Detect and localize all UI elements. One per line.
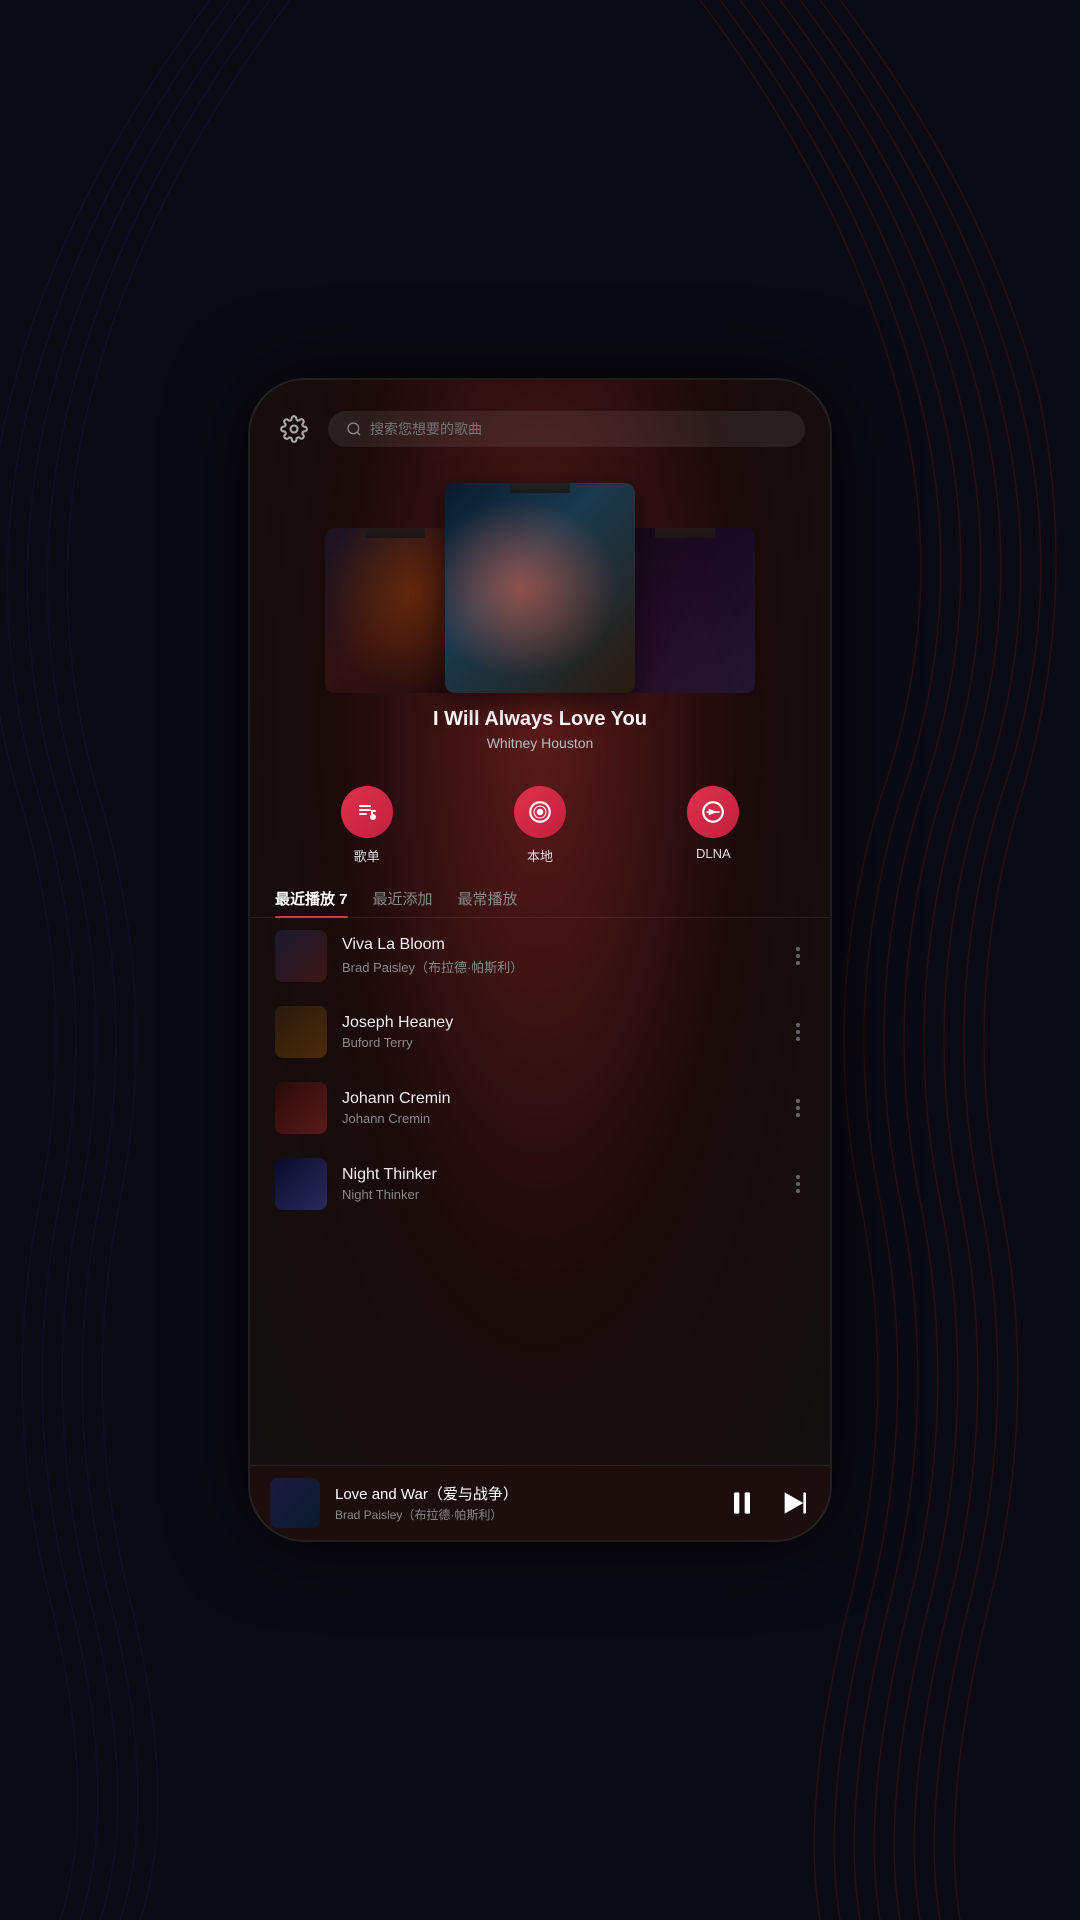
phone-frame: I Will Always Love You Whitney Houston	[250, 380, 830, 1540]
song-thumb-2	[275, 1006, 327, 1058]
album-carousel	[250, 473, 830, 693]
more-button-4[interactable]	[791, 1170, 805, 1198]
album-card-center[interactable]	[445, 483, 635, 693]
song-thumb-3	[275, 1082, 327, 1134]
featured-song-title: I Will Always Love You	[433, 708, 647, 731]
album-card-right[interactable]	[615, 528, 755, 693]
song-artist-3: Johann Cremin	[342, 1111, 776, 1126]
search-icon	[346, 421, 362, 437]
now-playing-info: I Will Always Love You Whitney Houston	[413, 693, 667, 756]
now-playing-bar: Love and War（爱与战争） Brad Paisley（布拉德·帕斯利）	[250, 1465, 830, 1540]
song-thumb-1	[275, 930, 327, 982]
player-controls	[726, 1487, 810, 1519]
song-thumb-4	[275, 1158, 327, 1210]
local-nav-item[interactable]: 本地	[514, 786, 566, 865]
more-button-2[interactable]	[791, 1018, 805, 1046]
tab-recent-label: 最近播放	[275, 891, 339, 908]
next-button[interactable]	[778, 1487, 810, 1519]
tab-frequent[interactable]: 最常播放	[458, 880, 518, 917]
song-info-4: Night Thinker Night Thinker	[342, 1166, 776, 1202]
song-title-3: Johann Cremin	[342, 1090, 776, 1108]
playing-artist: Brad Paisley（布拉德·帕斯利）	[335, 1506, 711, 1523]
song-info-3: Johann Cremin Johann Cremin	[342, 1090, 776, 1126]
song-item-2[interactable]: Joseph Heaney Buford Terry	[250, 994, 830, 1070]
song-info-2: Joseph Heaney Buford Terry	[342, 1014, 776, 1050]
tab-bar: 最近播放 7 最近添加 最常播放	[250, 875, 830, 918]
nav-icons: 歌单 本地	[250, 766, 830, 875]
playlist-nav-item[interactable]: 歌单	[341, 786, 393, 865]
top-bar	[250, 380, 830, 463]
song-artist-1: Brad Paisley（布拉德·帕斯利）	[342, 957, 776, 976]
playing-thumb	[270, 1478, 320, 1528]
song-info-1: Viva La Bloom Brad Paisley（布拉德·帕斯利）	[342, 936, 776, 976]
pause-button[interactable]	[726, 1487, 758, 1519]
song-title-4: Night Thinker	[342, 1166, 776, 1184]
local-nav-label: 本地	[527, 846, 553, 865]
dlna-nav-item[interactable]: DLNA	[687, 786, 739, 865]
tab-added[interactable]: 最近添加	[373, 880, 433, 917]
song-title-2: Joseph Heaney	[342, 1014, 776, 1032]
search-bar[interactable]	[328, 411, 805, 447]
playlist-icon	[341, 786, 393, 838]
settings-button[interactable]	[275, 410, 313, 448]
song-title-1: Viva La Bloom	[342, 936, 776, 954]
song-artist-2: Buford Terry	[342, 1035, 776, 1050]
song-item-1[interactable]: Viva La Bloom Brad Paisley（布拉德·帕斯利）	[250, 918, 830, 994]
dlna-icon	[687, 786, 739, 838]
song-item-3[interactable]: Johann Cremin Johann Cremin	[250, 1070, 830, 1146]
search-input[interactable]	[370, 421, 787, 437]
song-list: Viva La Bloom Brad Paisley（布拉德·帕斯利） Jose…	[250, 918, 830, 1465]
song-artist-4: Night Thinker	[342, 1187, 776, 1202]
more-button-3[interactable]	[791, 1094, 805, 1122]
featured-artist-name: Whitney Houston	[433, 735, 647, 751]
playlist-nav-label: 歌单	[354, 846, 380, 865]
more-button-1[interactable]	[791, 942, 805, 970]
playing-title: Love and War（爱与战争）	[335, 1483, 711, 1504]
tab-recent-count: 7	[339, 891, 347, 908]
album-card-left[interactable]	[325, 528, 465, 693]
playing-info: Love and War（爱与战争） Brad Paisley（布拉德·帕斯利）	[335, 1483, 711, 1523]
local-icon	[514, 786, 566, 838]
dlna-nav-label: DLNA	[696, 846, 731, 861]
album-carousel-section: I Will Always Love You Whitney Houston	[250, 463, 830, 766]
song-item-4[interactable]: Night Thinker Night Thinker	[250, 1146, 830, 1222]
tab-recent[interactable]: 最近播放 7	[275, 880, 348, 917]
